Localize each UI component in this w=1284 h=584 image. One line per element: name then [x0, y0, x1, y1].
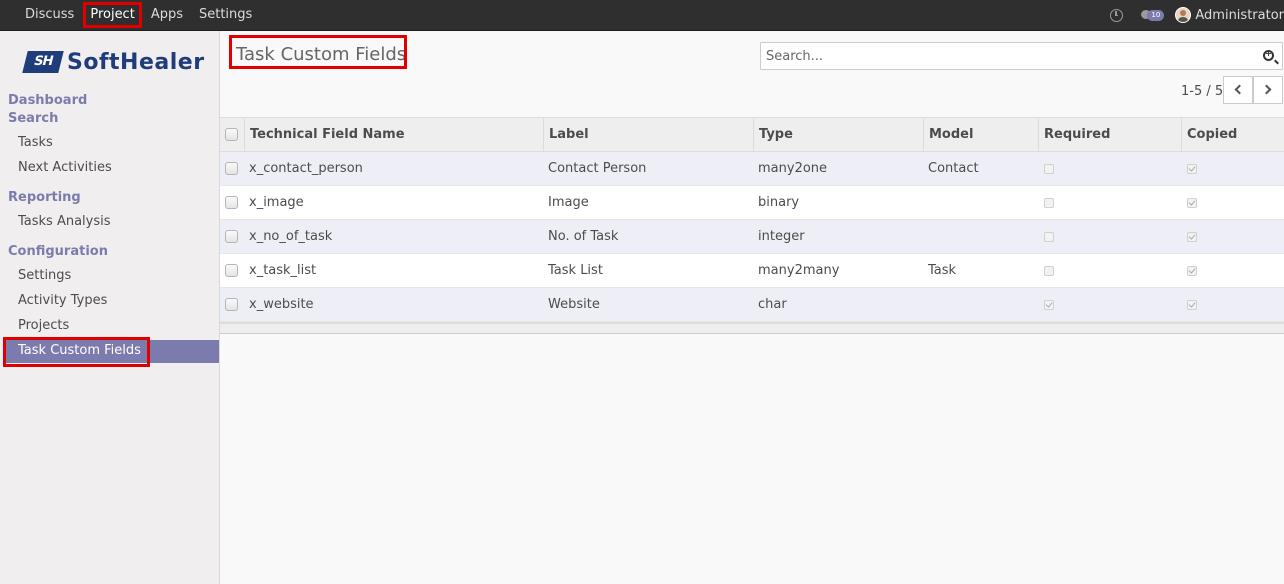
top-navbar: Discuss Project Apps Settings 10 Adminis…: [0, 0, 1284, 31]
user-name[interactable]: Administrator: [1195, 8, 1284, 23]
cell-technical-name: x_contact_person: [249, 161, 363, 176]
chat-bubble-icon[interactable]: 10: [1141, 8, 1165, 22]
cell-technical-name: x_website: [249, 297, 314, 312]
sidebar-reporting-header[interactable]: Reporting: [8, 190, 81, 205]
row-select-checkbox[interactable]: [225, 162, 238, 175]
cell-label: Image: [548, 195, 589, 210]
row-select-checkbox[interactable]: [225, 298, 238, 311]
systray: 10 Administrator: [1110, 0, 1284, 30]
cell-label: Task List: [548, 263, 603, 278]
app-menu: Discuss Project Apps Settings: [17, 0, 260, 30]
table-row[interactable]: x_website Website char: [220, 288, 1284, 322]
cell-technical-name: x_image: [249, 195, 304, 210]
company-logo: SH SoftHealer: [22, 47, 205, 77]
required-checkbox: [1044, 232, 1054, 242]
menu-settings[interactable]: Settings: [191, 0, 260, 30]
messages-count-badge: 10: [1147, 10, 1165, 21]
menu-discuss[interactable]: Discuss: [17, 0, 82, 30]
sidebar: SH SoftHealer Dashboard Search Tasks Nex…: [0, 31, 220, 584]
cell-model: [923, 288, 928, 321]
required-checkbox: [1044, 198, 1054, 208]
sidebar-item-tasks[interactable]: Tasks: [18, 135, 53, 150]
cell-model: Task: [928, 263, 957, 278]
pager-previous-button[interactable]: [1223, 76, 1253, 104]
column-header-model[interactable]: Model: [923, 118, 1038, 152]
chevron-left-icon: [1234, 84, 1245, 95]
cell-label: Contact Person: [548, 161, 647, 176]
table-body: x_contact_person Contact Person many2one Co…: [220, 152, 1284, 322]
table-row[interactable]: x_contact_person Contact Person many2one Co…: [220, 152, 1284, 186]
cell-type: char: [758, 297, 787, 312]
row-select-checkbox[interactable]: [225, 196, 238, 209]
column-header-required[interactable]: Required: [1038, 118, 1181, 152]
table-footer: [220, 322, 1284, 334]
clock-icon[interactable]: [1110, 8, 1124, 22]
search-input[interactable]: [761, 43, 1251, 69]
sidebar-configuration-header[interactable]: Configuration: [8, 244, 108, 259]
copied-checkbox: [1187, 232, 1197, 242]
row-select-checkbox[interactable]: [225, 230, 238, 243]
cell-label: Website: [548, 297, 600, 312]
sidebar-item-label: Task Custom Fields: [18, 343, 141, 358]
sidebar-item-projects[interactable]: Projects: [18, 318, 69, 333]
sidebar-item-tasks-analysis[interactable]: Tasks Analysis: [18, 214, 111, 229]
sidebar-item-settings[interactable]: Settings: [18, 268, 71, 283]
table-row[interactable]: x_task_list Task List many2many Task: [220, 254, 1284, 288]
copied-checkbox: [1187, 300, 1197, 310]
avatar[interactable]: [1175, 7, 1192, 23]
cell-model: [923, 220, 928, 253]
pager-next-button[interactable]: [1253, 76, 1283, 104]
required-checkbox: [1044, 164, 1054, 174]
menu-apps[interactable]: Apps: [143, 0, 191, 30]
chevron-right-icon: [1261, 84, 1272, 95]
sidebar-dashboard[interactable]: Dashboard: [8, 93, 87, 108]
cell-model: [923, 186, 928, 219]
required-checkbox: [1044, 266, 1054, 276]
column-header-type[interactable]: Type: [753, 118, 923, 152]
menu-project[interactable]: Project: [82, 0, 143, 30]
column-header-technical-name[interactable]: Technical Field Name: [244, 118, 544, 152]
copied-checkbox: [1187, 266, 1197, 276]
search-icon[interactable]: [1263, 49, 1274, 61]
sidebar-item-task-custom-fields[interactable]: Task Custom Fields: [3, 340, 219, 363]
required-checkbox: [1044, 300, 1054, 310]
logo-text: SoftHealer: [67, 49, 205, 75]
pager-value[interactable]: 1-5 / 5: [1181, 84, 1223, 99]
column-header-copied[interactable]: Copied: [1181, 118, 1284, 152]
sidebar-search-header[interactable]: Search: [8, 111, 58, 126]
cell-technical-name: x_no_of_task: [249, 229, 333, 244]
cell-model: Contact: [928, 161, 979, 176]
sidebar-item-next-activities[interactable]: Next Activities: [18, 160, 112, 175]
sidebar-item-activity-types[interactable]: Activity Types: [18, 293, 107, 308]
search-bar: [760, 42, 1283, 70]
cell-technical-name: x_task_list: [249, 263, 317, 278]
cell-type: integer: [758, 229, 805, 244]
table-header: Technical Field Name Label Type Model Re…: [220, 117, 1284, 152]
page-title: Task Custom Fields: [236, 44, 407, 65]
cell-type: many2one: [758, 161, 828, 176]
cell-label: No. of Task: [548, 229, 619, 244]
row-select-checkbox[interactable]: [225, 264, 238, 277]
logo-mark: SH: [22, 51, 64, 73]
cell-type: many2many: [758, 263, 840, 278]
list-view-table: Technical Field Name Label Type Model Re…: [220, 117, 1284, 334]
column-header-label[interactable]: Label: [543, 118, 753, 152]
cell-type: binary: [758, 195, 800, 210]
copied-checkbox: [1187, 198, 1197, 208]
copied-checkbox: [1187, 164, 1197, 174]
table-row[interactable]: x_image Image binary: [220, 186, 1284, 220]
table-row[interactable]: x_no_of_task No. of Task integer: [220, 220, 1284, 254]
select-all-checkbox[interactable]: [225, 128, 238, 141]
